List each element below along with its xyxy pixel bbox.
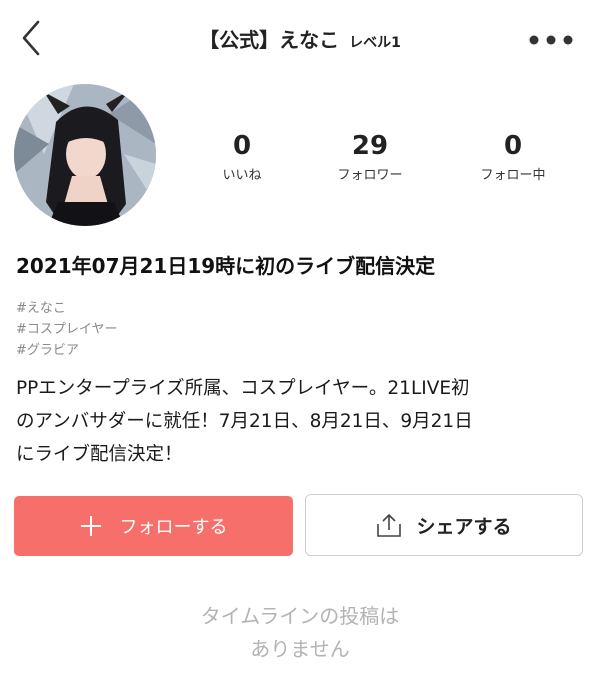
stat-followers[interactable]: 29 フォロワー <box>310 130 430 183</box>
stat-followers-label: フォロワー <box>337 168 403 183</box>
avatar[interactable] <box>14 84 156 226</box>
tag-item[interactable]: #コスプレイヤー <box>16 319 118 340</box>
more-dots-icon <box>529 35 573 45</box>
stat-likes-value: 0 <box>232 131 252 161</box>
stat-followers-value: 29 <box>351 131 389 161</box>
stat-following-value: 0 <box>503 131 523 161</box>
plus-icon <box>80 516 101 536</box>
more-button[interactable] <box>526 30 576 50</box>
stat-likes-label: いいね <box>222 168 262 183</box>
share-button[interactable]: シェアする <box>305 494 583 556</box>
empty-line: ありません <box>250 637 350 661</box>
empty-line: タイムラインの投稿は <box>200 604 400 628</box>
stat-likes[interactable]: 0 いいね <box>182 130 302 183</box>
level-badge: レベル1 <box>349 35 401 51</box>
top-bar: 【公式】えなこ レベル1 <box>0 0 600 80</box>
tag-list: #えなこ #コスプレイヤー #グラビア <box>16 298 118 361</box>
bio-line: PPエンタープライズ所属、コスプレイヤー。21LIVE初 <box>16 378 470 399</box>
stat-following[interactable]: 0 フォロー中 <box>453 130 573 183</box>
bio-line: にライブ配信決定！ <box>16 444 183 465</box>
profile-headline: 2021年07月21日19時に初のライブ配信決定 <box>16 254 436 278</box>
bio-line: のアンバサダーに就任！7月21日、8月21日、9月21日 <box>16 411 473 432</box>
tag-item[interactable]: #えなこ <box>16 298 118 319</box>
profile-bio: PPエンタープライズ所属、コスプレイヤー。21LIVE初 のアンバサダーに就任！… <box>16 372 588 471</box>
page-title: 【公式】えなこ <box>199 28 340 52</box>
share-upload-icon <box>377 513 402 537</box>
follow-button-label: フォローする <box>119 517 228 538</box>
tag-item[interactable]: #グラビア <box>16 340 118 361</box>
timeline-empty-message: タイムラインの投稿は ありません <box>0 600 600 666</box>
share-button-label: シェアする <box>416 515 512 538</box>
stat-following-label: フォロー中 <box>480 168 546 183</box>
follow-button[interactable]: フォローする <box>14 496 293 556</box>
page-title-group: 【公式】えなこ レベル1 <box>0 24 600 53</box>
profile-photo <box>14 84 156 226</box>
